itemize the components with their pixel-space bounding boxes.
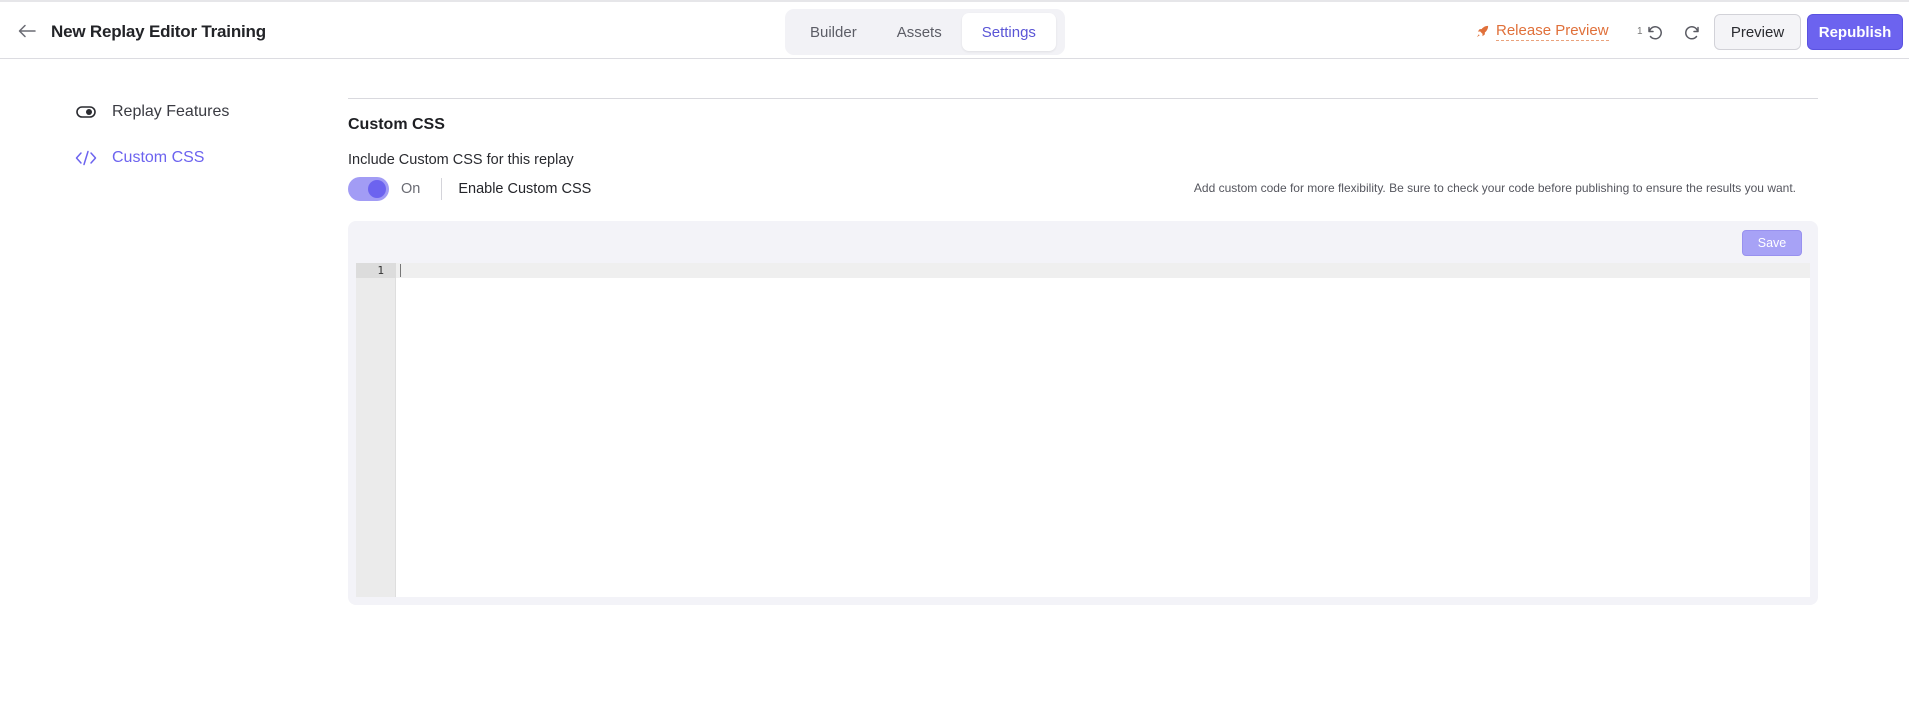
sidebar-item-custom-css[interactable]: Custom CSS xyxy=(74,142,314,174)
section-divider xyxy=(348,98,1818,99)
sidebar-item-label: Custom CSS xyxy=(112,149,205,166)
release-preview-label: Release Preview xyxy=(1496,22,1609,41)
rocket-icon xyxy=(1476,25,1489,38)
line-number: 1 xyxy=(356,263,396,278)
custom-css-toggle-row: On Enable Custom CSS Add custom code for… xyxy=(348,176,1818,202)
sidebar-item-replay-features[interactable]: Replay Features xyxy=(74,96,314,128)
undo-icon xyxy=(1648,26,1662,40)
enable-custom-css-label: Enable Custom CSS xyxy=(458,181,592,197)
editor-gutter: 1 xyxy=(356,263,396,597)
redo-icon xyxy=(1685,26,1699,40)
toggle-icon xyxy=(74,102,98,122)
preview-button[interactable]: Preview xyxy=(1714,14,1801,50)
redo-button[interactable] xyxy=(1681,20,1705,44)
page-title: New Replay Editor Training xyxy=(51,22,266,41)
include-css-label: Include Custom CSS for this replay xyxy=(348,152,574,168)
tab-assets[interactable]: Assets xyxy=(877,13,962,51)
top-bar: New Replay Editor Training Builder Asset… xyxy=(0,0,1909,59)
republish-button[interactable]: Republish xyxy=(1807,14,1903,50)
toggle-state-label: On xyxy=(401,181,421,197)
undo-button[interactable] xyxy=(1642,20,1666,44)
tab-builder[interactable]: Builder xyxy=(790,13,877,51)
css-editor-panel: Save 1 xyxy=(348,221,1818,605)
code-icon xyxy=(74,148,98,168)
back-button[interactable] xyxy=(14,19,40,43)
toggle-knob xyxy=(368,180,386,198)
css-code-editor[interactable]: 1 xyxy=(356,263,1810,597)
tab-settings[interactable]: Settings xyxy=(961,13,1056,51)
tab-bar: Builder Assets Settings xyxy=(785,9,1065,55)
arrow-left-icon xyxy=(18,24,36,38)
active-line-highlight xyxy=(396,263,1810,278)
text-cursor xyxy=(400,264,401,277)
sidebar-item-label: Replay Features xyxy=(112,103,230,120)
section-title: Custom CSS xyxy=(348,116,445,133)
toggle-separator xyxy=(441,178,443,200)
save-button[interactable]: Save xyxy=(1742,230,1802,256)
custom-css-toggle[interactable] xyxy=(348,177,389,201)
helper-text: Add custom code for more flexibility. Be… xyxy=(1193,181,1796,195)
settings-sidebar: Replay Features Custom CSS xyxy=(74,96,314,188)
settings-content: Custom CSS Include Custom CSS for this r… xyxy=(348,98,1818,605)
release-preview-link[interactable]: Release Preview xyxy=(1475,22,1609,41)
